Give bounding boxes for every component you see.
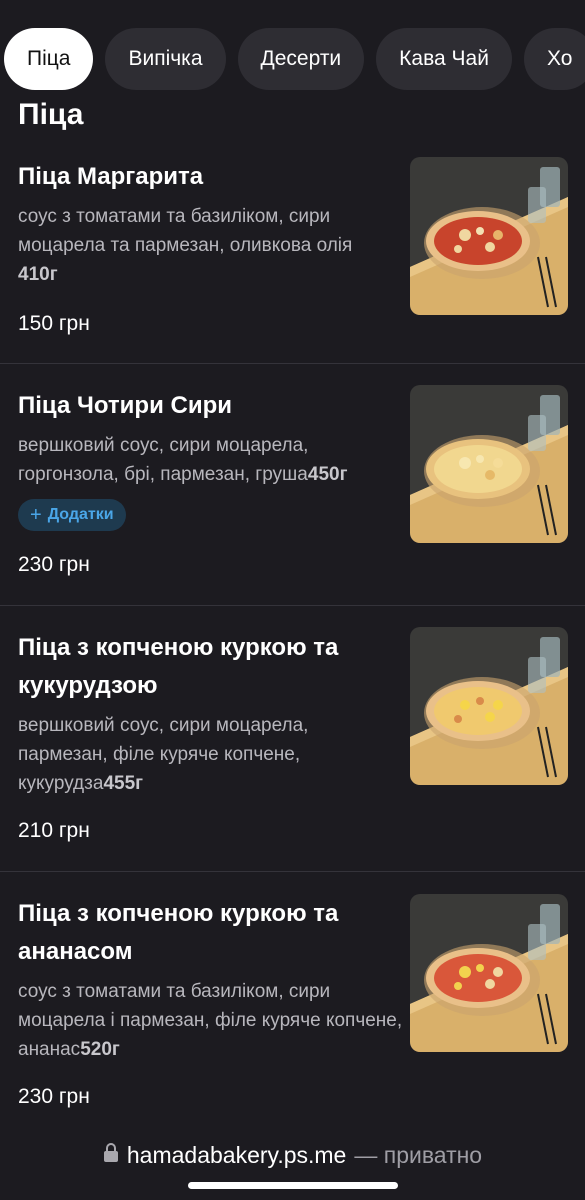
item-weight: 455г <box>103 773 144 794</box>
menu-item[interactable]: Піца Чотири Сири вершковий соус, сири мо… <box>0 365 585 606</box>
url-bar[interactable]: hamadabakery.ps.me — приватно <box>0 1142 585 1169</box>
item-name: Піца Чотири Сири <box>18 392 232 419</box>
pizza-chicken-pineapple-photo[interactable] <box>410 894 568 1052</box>
item-weight: 450г <box>307 464 348 485</box>
home-indicator[interactable] <box>188 1182 398 1189</box>
plus-icon: + <box>30 503 42 526</box>
item-description: соус з томатами та базиліком, сири моцар… <box>18 977 403 1064</box>
item-price: 210 грн <box>18 819 90 842</box>
item-description: вершковий соус, сири моцарела, пармезан,… <box>18 711 403 798</box>
tab-pizza[interactable]: Піца <box>4 28 94 90</box>
item-name: Піца з копченою куркою та кукурудзою <box>18 634 339 699</box>
item-weight: 520г <box>80 1039 120 1060</box>
pizza-margarita-photo[interactable] <box>410 157 568 315</box>
addons-button[interactable]: + Додатки <box>18 499 126 531</box>
tab-cold[interactable]: Хо <box>523 28 585 90</box>
item-description-text: соус з томатами та базиліком, сири моцар… <box>18 206 353 256</box>
item-price: 230 грн <box>18 553 90 576</box>
item-description-text: вершковий соус, сири моцарела, горгонзол… <box>18 435 309 485</box>
item-description-text: вершковий соус, сири моцарела, пармезан,… <box>18 715 309 794</box>
item-description: вершковий соус, сири моцарела, горгонзол… <box>18 431 403 489</box>
section-title: Піца <box>18 98 84 131</box>
item-price: 230 грн <box>18 1085 90 1108</box>
tab-coffee-tea[interactable]: Кава Чай <box>376 28 512 90</box>
menu-item[interactable]: Піца з копченою куркою та ананасом соус … <box>0 873 585 1130</box>
item-description-text: соус з томатами та базиліком, сири моцар… <box>18 981 403 1060</box>
pizza-four-cheese-photo[interactable] <box>410 385 568 543</box>
tab-pastry[interactable]: Випічка <box>105 28 226 90</box>
lock-icon <box>103 1142 119 1169</box>
url-text: hamadabakery.ps.me <box>126 1142 347 1168</box>
item-description: соус з томатами та базиліком, сири моцар… <box>18 202 403 289</box>
item-name: Піца Маргарита <box>18 163 204 190</box>
menu-item[interactable]: Піца Маргарита соус з томатами та базилі… <box>0 140 585 364</box>
item-name: Піца з копченою куркою та ананасом <box>18 900 339 965</box>
addons-label: Додатки <box>47 506 114 523</box>
privacy-label: — приватно <box>354 1142 483 1168</box>
browser-footer: hamadabakery.ps.me — приватно <box>0 1130 585 1200</box>
pizza-chicken-corn-photo[interactable] <box>410 627 568 785</box>
item-weight: 410г <box>18 264 58 285</box>
menu-item[interactable]: Піца з копченою куркою та кукурудзою вер… <box>0 607 585 872</box>
category-tabs: Піца Випічка Десерти Кава Чай Хо <box>4 28 585 90</box>
tab-desserts[interactable]: Десерти <box>237 28 365 90</box>
item-price: 150 грн <box>18 312 90 335</box>
